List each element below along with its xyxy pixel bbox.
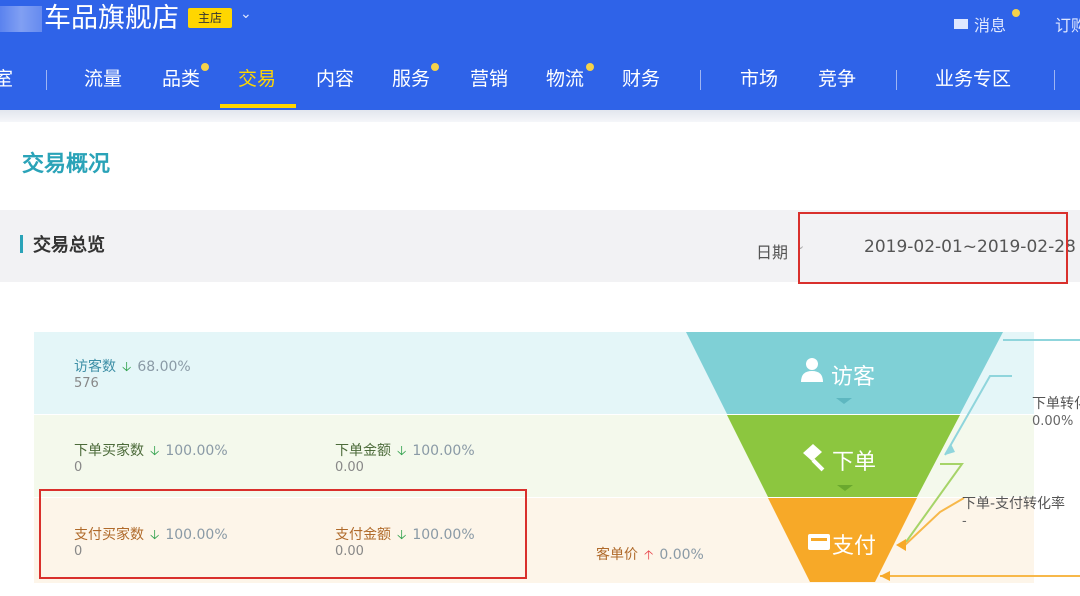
conversion-connector — [904, 497, 965, 546]
funnel-payment-label: 支付 — [832, 534, 877, 559]
connector-arrowhead — [880, 571, 890, 581]
order-payment-conversion-label: 下单-支付转化率 — [962, 496, 1066, 512]
order-conversion-value: 0.00% — [1032, 414, 1074, 429]
order-payment-conversion-value: - — [962, 514, 967, 529]
funnel-order-label: 下单 — [832, 450, 877, 475]
card-icon — [808, 534, 830, 550]
connector-arrowhead — [896, 539, 906, 551]
funnel-visitor-label: 访客 — [831, 365, 876, 390]
funnel-graphic — [686, 332, 1080, 582]
order-conversion-label: 下单转化率 — [1032, 396, 1080, 412]
